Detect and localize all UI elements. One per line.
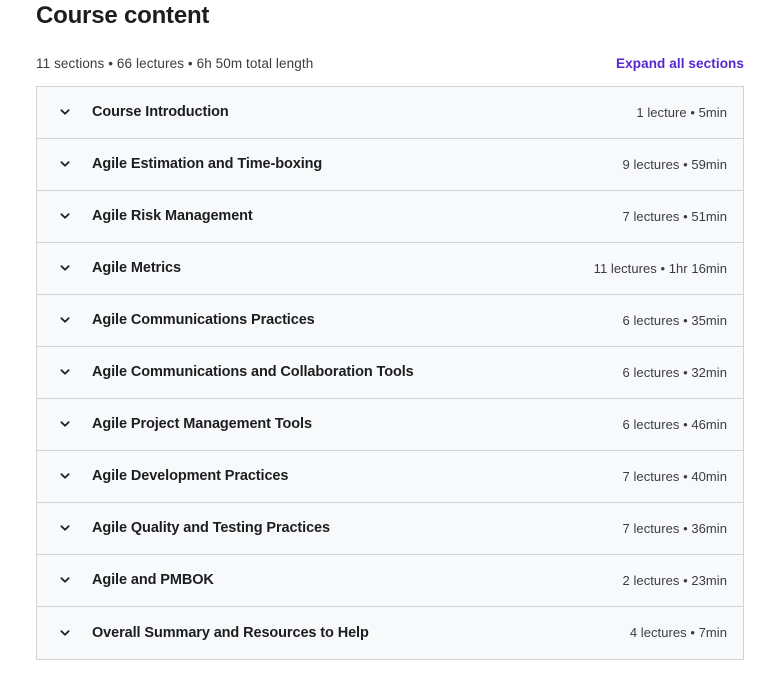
chevron-down-icon[interactable] [57, 104, 73, 120]
course-section-row-0[interactable]: Course Introduction 1 lecture • 5min [37, 86, 743, 139]
section-title: Agile Development Practices [92, 468, 289, 485]
section-row-left: Agile Risk Management [57, 208, 253, 224]
course-section-row-10[interactable]: Overall Summary and Resources to Help 4 … [37, 606, 743, 659]
course-section-row-1[interactable]: Agile Estimation and Time-boxing 9 lectu… [37, 138, 743, 191]
course-section-row-6[interactable]: Agile Project Management Tools 6 lecture… [37, 398, 743, 451]
section-meta: 1 lecture • 5min [636, 104, 727, 120]
chevron-down-icon[interactable] [57, 520, 73, 536]
page-title: Course content [36, 2, 210, 29]
section-title: Agile Risk Management [92, 208, 253, 225]
chevron-down-icon[interactable] [57, 572, 73, 588]
section-row-left: Agile Project Management Tools [57, 416, 312, 432]
section-title: Course Introduction [92, 104, 229, 121]
chevron-down-icon[interactable] [57, 416, 73, 432]
section-title: Agile Communications and Collaboration T… [92, 364, 414, 381]
section-title: Agile and PMBOK [92, 572, 214, 589]
chevron-down-icon[interactable] [57, 260, 73, 276]
section-meta: 9 lectures • 59min [622, 156, 727, 172]
section-meta: 2 lectures • 23min [622, 572, 727, 588]
section-meta: 4 lectures • 7min [629, 625, 727, 641]
section-row-left: Agile Communications and Collaboration T… [57, 364, 414, 380]
course-section-row-7[interactable]: Agile Development Practices 7 lectures •… [37, 450, 743, 503]
section-title: Agile Estimation and Time-boxing [92, 156, 323, 173]
course-content-page: Course content 11 sections • 66 lectures… [0, 0, 780, 673]
chevron-down-icon[interactable] [57, 468, 73, 484]
section-row-left: Agile Metrics [57, 260, 181, 276]
section-title: Overall Summary and Resources to Help [92, 624, 369, 641]
chevron-down-icon[interactable] [57, 312, 73, 328]
section-meta: 11 lectures • 1hr 16min [593, 260, 727, 276]
chevron-down-icon[interactable] [57, 364, 73, 380]
chevron-down-icon[interactable] [57, 156, 73, 172]
section-title: Agile Metrics [92, 260, 181, 277]
section-title: Agile Project Management Tools [92, 416, 312, 433]
section-row-left: Overall Summary and Resources to Help [57, 625, 369, 641]
section-row-left: Agile Development Practices [57, 468, 288, 484]
section-row-left: Course Introduction [57, 104, 229, 120]
course-summary-text: 11 sections • 66 lectures • 6h 50m total… [36, 55, 314, 71]
course-sections-accordion: Course Introduction 1 lecture • 5min Agi… [36, 85, 744, 660]
course-section-row-5[interactable]: Agile Communications and Collaboration T… [37, 346, 743, 399]
section-meta: 6 lectures • 46min [622, 416, 727, 432]
course-section-row-4[interactable]: Agile Communications Practices 6 lecture… [37, 294, 743, 347]
course-section-row-2[interactable]: Agile Risk Management 7 lectures • 51min [37, 190, 743, 243]
expand-all-sections-button[interactable]: Expand all sections [616, 56, 744, 71]
section-meta: 7 lectures • 36min [622, 520, 727, 536]
section-row-left: Agile Estimation and Time-boxing [57, 156, 322, 172]
section-row-left: Agile Quality and Testing Practices [57, 520, 330, 536]
chevron-down-icon[interactable] [57, 208, 73, 224]
course-section-row-9[interactable]: Agile and PMBOK 2 lectures • 23min [37, 554, 743, 607]
section-meta: 6 lectures • 32min [622, 364, 727, 380]
section-title: Agile Quality and Testing Practices [92, 520, 330, 537]
section-meta: 7 lectures • 40min [622, 468, 727, 484]
section-row-left: Agile and PMBOK [57, 572, 214, 588]
chevron-down-icon[interactable] [57, 625, 73, 641]
course-section-row-3[interactable]: Agile Metrics 11 lectures • 1hr 16min [37, 242, 743, 295]
section-meta: 6 lectures • 35min [622, 312, 727, 328]
course-section-row-8[interactable]: Agile Quality and Testing Practices 7 le… [37, 502, 743, 555]
section-meta: 7 lectures • 51min [622, 208, 727, 224]
course-meta-row: 11 sections • 66 lectures • 6h 50m total… [36, 55, 744, 74]
section-row-left: Agile Communications Practices [57, 312, 315, 328]
section-title: Agile Communications Practices [92, 312, 315, 329]
